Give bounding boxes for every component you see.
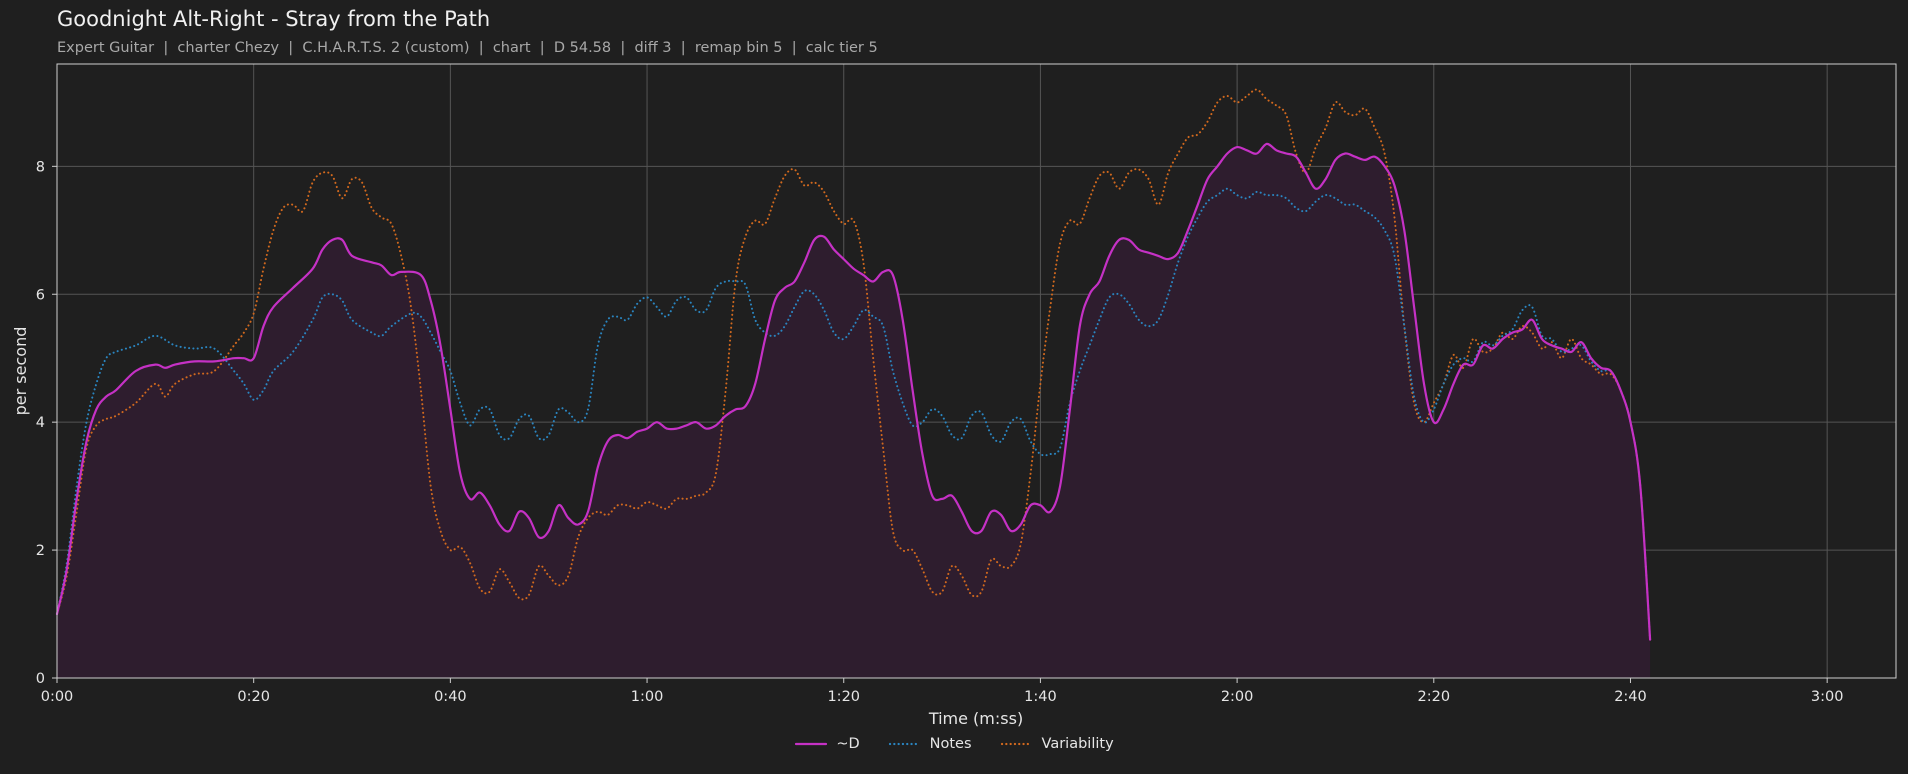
x-tick-label: 0:00 — [41, 689, 74, 705]
legend-item: ~D — [794, 736, 860, 752]
legend-swatch — [1000, 742, 1033, 746]
y-axis-ticks: 0 2 4 6 8 — [36, 159, 57, 687]
d-area-fill — [57, 143, 1651, 678]
x-tick-label: 1:00 — [631, 689, 664, 705]
y-tick-label: 6 — [36, 287, 45, 303]
legend-swatch — [795, 742, 828, 746]
x-tick-label: 2:00 — [1221, 689, 1254, 705]
x-tick-label: 2:20 — [1418, 689, 1451, 705]
x-tick-label: 0:20 — [237, 689, 270, 705]
x-tick-label: 0:40 — [434, 689, 467, 705]
x-tick-label: 2:40 — [1614, 689, 1647, 705]
legend-label: Variability — [1041, 736, 1114, 752]
legend-label: ~D — [836, 736, 860, 752]
y-tick-label: 2 — [36, 543, 45, 559]
x-tick-label: 3:00 — [1811, 689, 1844, 705]
x-tick-label: 1:20 — [827, 689, 860, 705]
legend-swatch — [888, 742, 921, 746]
x-axis-ticks: 0:00 0:20 0:40 1:00 1:20 1:40 2:00 2:20 2:40 3:00 — [41, 678, 1844, 705]
y-axis-label: per second — [11, 327, 30, 416]
x-tick-label: 1:40 — [1024, 689, 1057, 705]
legend-item: Variability — [1000, 736, 1114, 752]
legend-label: Notes — [929, 736, 972, 752]
x-axis-label: Time (m:ss) — [928, 709, 1023, 728]
y-tick-label: 0 — [36, 671, 45, 687]
legend-item: Notes — [888, 736, 972, 752]
legend: ~D Notes Variability — [0, 736, 1908, 752]
y-tick-label: 4 — [36, 415, 45, 431]
area-fill-layer — [57, 143, 1651, 678]
y-tick-label: 8 — [36, 159, 45, 175]
line-chart: 0:00 0:20 0:40 1:00 1:20 1:40 2:00 2:20 2:40 3:00… — [11, 63, 1897, 728]
